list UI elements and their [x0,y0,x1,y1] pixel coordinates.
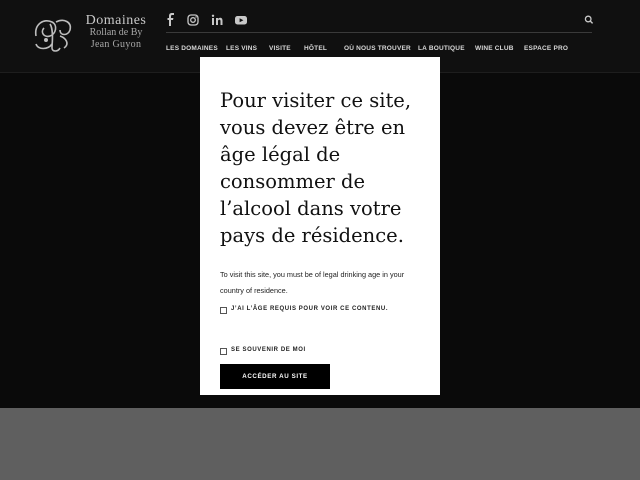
site-logo[interactable]: Domaines Rollan de By Jean Guyon [30,14,152,58]
nav-item-les-domaines[interactable]: LES DOMAINES [166,45,218,52]
linkedin-icon[interactable] [210,12,224,28]
nav-item-la-boutique[interactable]: LA BOUTIQUE [418,45,465,52]
logo-wordmark: Domaines Rollan de By Jean Guyon [78,13,154,51]
age-confirm-label[interactable]: J’AI L’ÂGE REQUIS POUR VOIR CE CONTENU. [231,306,388,312]
age-gate-heading: Pour visiter ce site, vous devez être en… [220,89,412,247]
facebook-icon[interactable] [164,12,178,28]
nav-item-espace-pro[interactable]: ESPACE PRO [524,45,568,52]
age-gate-subtext: To visit this site, you must be of legal… [220,270,405,295]
nav-item-ou-nous-trouver[interactable]: OÙ NOUS TROUVER [344,45,411,52]
age-verification-modal: Pour visiter ce site, vous devez être en… [200,57,440,395]
remember-me-checkbox[interactable] [220,348,227,355]
youtube-icon[interactable] [234,12,248,28]
nav-item-visite[interactable]: VISITE [269,45,291,52]
footer-band [0,408,640,480]
remember-me-label[interactable]: SE SOUVENIR DE MOI [231,347,306,353]
header-divider [166,32,592,33]
logo-line-guyon: Jean Guyon [90,39,142,50]
nav-item-wine-club[interactable]: WINE CLUB [475,45,514,52]
logo-line-domaines: Domaines [85,13,147,28]
logo-line-rollan: Rollan de By [89,27,143,38]
nav-item-les-vins[interactable]: LES VINS [226,45,257,52]
enter-site-button[interactable]: ACCÉDER AU SITE [220,364,330,389]
nav-item-hotel[interactable]: HÔTEL [304,45,327,52]
age-confirm-checkbox[interactable] [220,307,227,314]
search-icon[interactable] [584,14,594,26]
instagram-icon[interactable] [186,12,200,28]
logo-emblem-icon [34,19,72,52]
